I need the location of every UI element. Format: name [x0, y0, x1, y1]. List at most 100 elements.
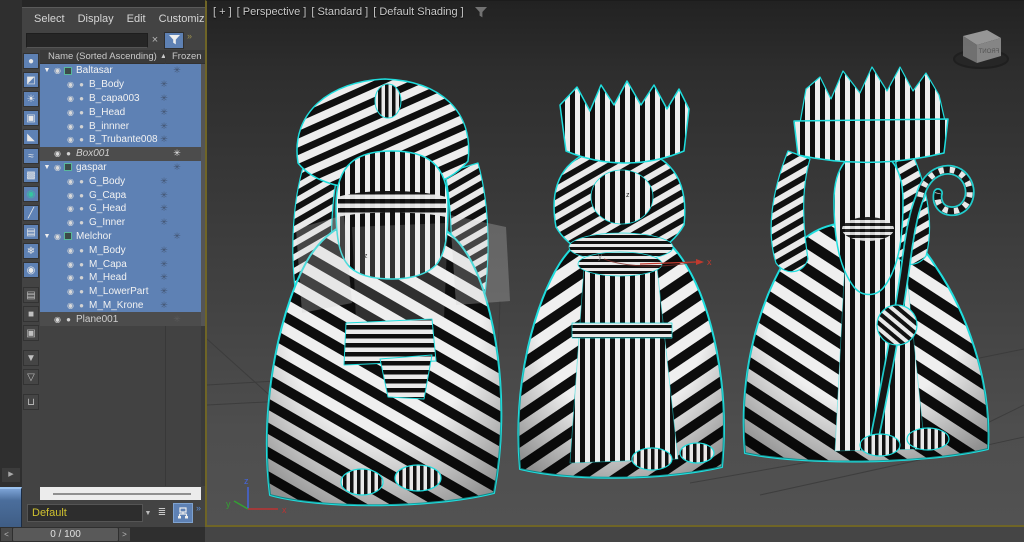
visibility-eye-icon[interactable]: ◉ [65, 80, 76, 89]
tree-row-B_Head[interactable]: ◉●B_Head✳ [40, 105, 201, 119]
select-container-icon[interactable]: ⊔ [23, 394, 39, 410]
preset-overflow-chevron[interactable]: » [196, 503, 201, 513]
viewport-menu-pov[interactable]: [ Perspective ] [237, 6, 307, 18]
clear-search-icon[interactable]: × [148, 34, 162, 46]
frozen-toggle-icon[interactable]: ✳ [163, 231, 191, 242]
tree-row-G_Capa[interactable]: ◉●G_Capa✳ [40, 188, 201, 202]
model-melchor[interactable] [744, 67, 989, 462]
tree-row-gaspar[interactable]: ▼◉gaspar✳ [40, 161, 201, 175]
frozen-toggle-icon[interactable]: ✳ [150, 286, 178, 297]
configure-advanced-filter-icon[interactable]: ▼ [23, 350, 39, 366]
display-shapes-icon[interactable]: ◩ [23, 72, 39, 88]
visibility-eye-icon[interactable]: ◉ [65, 273, 76, 282]
visibility-eye-icon[interactable]: ◉ [65, 94, 76, 103]
visibility-eye-icon[interactable]: ◉ [65, 191, 76, 200]
viewport-filter-icon[interactable] [475, 7, 487, 18]
frozen-column-header[interactable]: Frozen [170, 51, 202, 62]
preset-dropdown[interactable]: Default [27, 504, 143, 522]
visibility-eye-icon[interactable]: ◉ [65, 177, 76, 186]
visibility-eye-icon[interactable]: ◉ [65, 260, 76, 269]
tree-horizontal-scrollbar[interactable] [40, 487, 201, 500]
display-bones-icon[interactable]: ╱ [23, 205, 39, 221]
tree-row-Plane001[interactable]: ◉●Plane001✳ [40, 312, 201, 326]
display-containers-icon[interactable]: ▤ [23, 224, 39, 240]
visibility-eye-icon[interactable]: ◉ [65, 246, 76, 255]
pick-object-icon[interactable]: ▣ [23, 325, 39, 341]
visibility-eye-icon[interactable]: ◉ [52, 149, 63, 158]
toolbar-overflow-chevron[interactable]: » [187, 31, 192, 41]
tree-row-B_innner[interactable]: ◉●B_innner✳ [40, 119, 201, 133]
frozen-toggle-icon[interactable]: ✳ [150, 93, 178, 104]
menu-edit[interactable]: Edit [127, 13, 146, 25]
tree-row-B_Body[interactable]: ◉●B_Body✳ [40, 78, 201, 92]
frozen-toggle-icon[interactable]: ✳ [150, 272, 178, 283]
display-xrefs-icon[interactable]: ◉ [23, 186, 39, 202]
frozen-toggle-icon[interactable]: ✳ [163, 148, 191, 159]
expand-arrow-icon[interactable]: ▼ [42, 233, 52, 240]
visibility-eye-icon[interactable]: ◉ [65, 287, 76, 296]
display-geometry-icon[interactable]: ● [23, 53, 39, 69]
expand-arrow-icon[interactable]: ▼ [42, 164, 52, 171]
tree-row-G_Inner[interactable]: ◉●G_Inner✳ [40, 216, 201, 230]
frozen-toggle-icon[interactable]: ✳ [163, 314, 191, 325]
lock-cell-editing-icon[interactable]: ▤ [23, 287, 39, 303]
frozen-toggle-icon[interactable]: ✳ [150, 121, 178, 132]
previous-frame-button[interactable]: < [1, 528, 12, 541]
tree-row-B_Trubante008[interactable]: ◉●B_Trubante008✳ [40, 133, 201, 147]
tree-row-Baltasar[interactable]: ▼◉Baltasar✳ [40, 64, 201, 78]
visibility-eye-icon[interactable]: ◉ [52, 315, 63, 324]
visibility-eye-icon[interactable]: ◉ [52, 232, 63, 241]
name-column-header[interactable]: Name (Sorted Ascending) [48, 51, 160, 62]
frozen-toggle-icon[interactable]: ✳ [150, 259, 178, 270]
viewport-menu-general[interactable]: [ + ] [213, 6, 232, 18]
frozen-toggle-icon[interactable]: ✳ [150, 300, 178, 311]
display-groups-icon[interactable]: ▩ [23, 167, 39, 183]
display-frozen-icon[interactable]: ❄ [23, 243, 39, 259]
model-baltasar[interactable]: z [267, 79, 510, 505]
dock-expand-button[interactable]: ▶ [2, 468, 20, 482]
frozen-toggle-icon[interactable]: ✳ [150, 79, 178, 90]
display-cameras-icon[interactable]: ▣ [23, 110, 39, 126]
frozen-toggle-icon[interactable]: ✳ [150, 107, 178, 118]
tree-row-B_capa003[interactable]: ◉●B_capa003✳ [40, 92, 201, 106]
menu-display[interactable]: Display [78, 13, 114, 25]
frozen-toggle-icon[interactable]: ✳ [150, 190, 178, 201]
visibility-eye-icon[interactable]: ◉ [65, 301, 76, 310]
perspective-viewport[interactable]: z z [205, 0, 1024, 527]
visibility-eye-icon[interactable]: ◉ [52, 163, 63, 172]
frozen-toggle-icon[interactable]: ✳ [150, 245, 178, 256]
menu-customize[interactable]: Customize [159, 13, 211, 25]
tree-row-M_M_Krone[interactable]: ◉●M_M_Krone✳ [40, 299, 201, 313]
frozen-toggle-icon[interactable]: ✳ [163, 65, 191, 76]
expand-arrow-icon[interactable]: ▼ [42, 67, 52, 74]
display-lights-icon[interactable]: ☀ [23, 91, 39, 107]
filter-presets-icon[interactable]: ▽ [23, 369, 39, 385]
display-helpers-icon[interactable]: ◣ [23, 129, 39, 145]
tree-row-G_Body[interactable]: ◉●G_Body✳ [40, 174, 201, 188]
visibility-eye-icon[interactable]: ◉ [52, 66, 63, 75]
frozen-toggle-icon[interactable]: ✳ [150, 217, 178, 228]
tree-row-M_Body[interactable]: ◉●M_Body✳ [40, 243, 201, 257]
next-frame-button[interactable]: > [119, 528, 130, 541]
visibility-eye-icon[interactable]: ◉ [65, 122, 76, 131]
visibility-eye-icon[interactable]: ◉ [65, 218, 76, 227]
filter-toggle-button[interactable] [164, 32, 184, 49]
tree-row-Box001[interactable]: ◉●Box001✳ [40, 147, 201, 161]
frozen-toggle-icon[interactable]: ✳ [163, 162, 191, 173]
tree-row-Melchor[interactable]: ▼◉Melchor✳ [40, 230, 201, 244]
visibility-eye-icon[interactable]: ◉ [65, 108, 76, 117]
frozen-toggle-icon[interactable]: ✳ [150, 134, 178, 145]
model-gaspar[interactable]: z [518, 81, 723, 478]
search-input[interactable] [26, 33, 148, 48]
visibility-eye-icon[interactable]: ◉ [65, 135, 76, 144]
tree-row-M_Capa[interactable]: ◉●M_Capa✳ [40, 257, 201, 271]
time-slider-track[interactable]: 0 / 100 [13, 528, 118, 541]
tree-header[interactable]: Name (Sorted Ascending) ▲ Frozen [40, 50, 205, 64]
layer-explorer-icon[interactable]: ≣ [153, 504, 171, 522]
display-spacewarps-icon[interactable]: ≈ [23, 148, 39, 164]
viewport-menu-renderer[interactable]: [ Standard ] [311, 6, 368, 18]
visibility-eye-icon[interactable]: ◉ [65, 204, 76, 213]
preset-dropdown-arrow-icon[interactable]: ▼ [143, 510, 153, 517]
sync-selection-icon[interactable]: ■ [23, 306, 39, 322]
tree-row-M_LowerPart[interactable]: ◉●M_LowerPart✳ [40, 285, 201, 299]
